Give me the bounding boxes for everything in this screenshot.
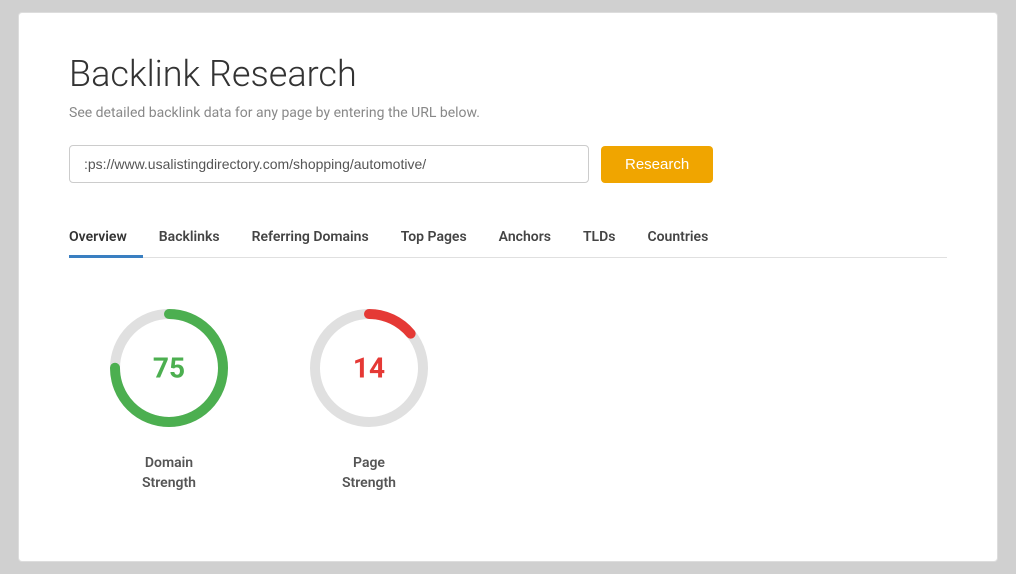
research-button[interactable]: Research bbox=[601, 146, 713, 183]
domain-strength-metric: 75 DomainStrength bbox=[99, 298, 239, 493]
tab-overview[interactable]: Overview bbox=[69, 219, 143, 258]
page-strength-gauge: 14 bbox=[299, 298, 439, 438]
tab-countries[interactable]: Countries bbox=[631, 219, 724, 258]
tab-backlinks[interactable]: Backlinks bbox=[143, 219, 236, 258]
url-input[interactable] bbox=[69, 145, 589, 183]
domain-strength-label: DomainStrength bbox=[142, 454, 196, 493]
page-strength-value: 14 bbox=[353, 352, 385, 385]
tabs-nav: Overview Backlinks Referring Domains Top… bbox=[69, 219, 947, 258]
page-strength-label: PageStrength bbox=[342, 454, 396, 493]
search-row: Research bbox=[69, 145, 947, 183]
page-title: Backlink Research bbox=[69, 53, 947, 95]
tab-anchors[interactable]: Anchors bbox=[483, 219, 567, 258]
tab-tlds[interactable]: TLDs bbox=[567, 219, 632, 258]
domain-strength-value: 75 bbox=[153, 352, 185, 385]
page-subtitle: See detailed backlink data for any page … bbox=[69, 105, 947, 121]
tab-referring-domains[interactable]: Referring Domains bbox=[236, 219, 385, 258]
domain-strength-gauge: 75 bbox=[99, 298, 239, 438]
main-card: Backlink Research See detailed backlink … bbox=[18, 12, 998, 562]
tab-top-pages[interactable]: Top Pages bbox=[385, 219, 483, 258]
page-strength-metric: 14 PageStrength bbox=[299, 298, 439, 493]
metrics-row: 75 DomainStrength 14 PageStrength bbox=[69, 298, 947, 493]
